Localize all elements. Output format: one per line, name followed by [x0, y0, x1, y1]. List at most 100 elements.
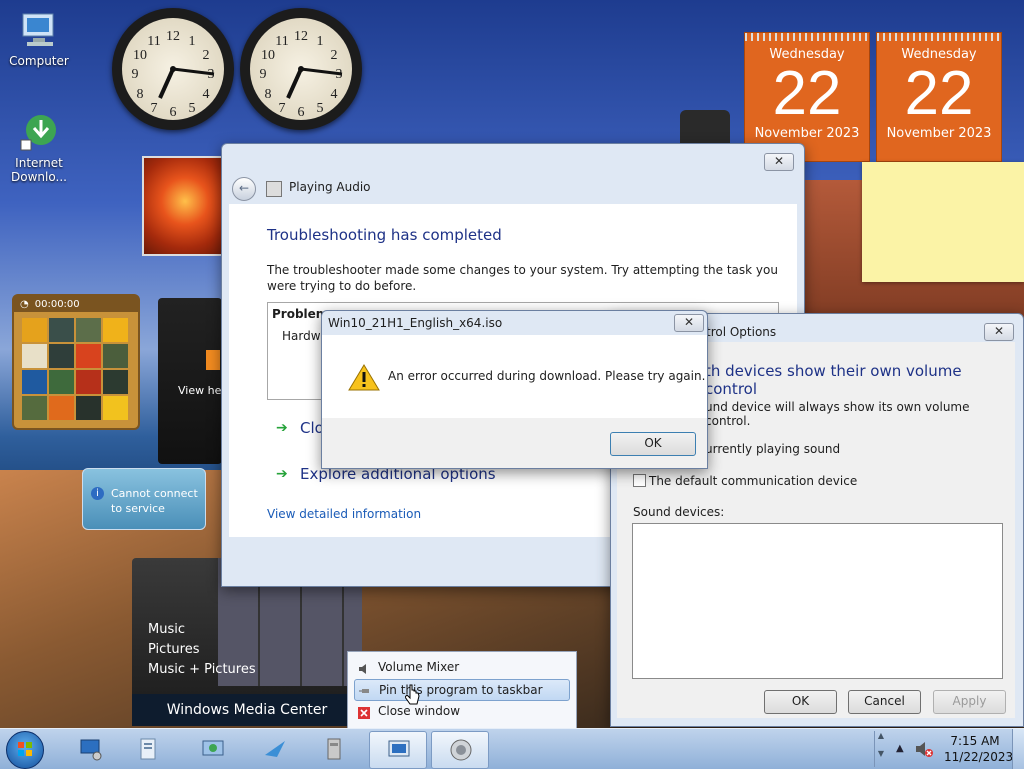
jump-list-label: Pin this program to taskbar — [379, 683, 543, 697]
description: The troubleshooter made some changes to … — [267, 263, 778, 293]
puzzle-tile[interactable] — [22, 370, 47, 394]
desktop-icon-label: Internet Downlo... — [11, 156, 67, 184]
back-arrow-icon[interactable]: ← — [232, 177, 256, 201]
window-title: Playing Audio — [289, 180, 371, 194]
puzzle-tile[interactable] — [49, 318, 74, 342]
archive-icon — [327, 738, 341, 760]
show-desktop-button[interactable] — [1012, 729, 1024, 769]
clock-number: 12 — [294, 29, 308, 44]
clock-number: 2 — [331, 48, 338, 63]
clock-dial: 12 1 2 3 4 5 6 7 8 9 10 11 — [132, 29, 215, 120]
calendar-day: 22 — [904, 59, 974, 128]
media-center-brand[interactable]: Windows Media Center — [132, 694, 362, 726]
taskbar-jump-list: Volume Mixer Pin this program to taskbar… — [347, 651, 577, 729]
close-button[interactable]: ✕ — [674, 314, 704, 332]
window-title: Win10_21H1_English_x64.iso — [328, 316, 503, 330]
puzzle-tile[interactable] — [49, 370, 74, 394]
puzzle-tile[interactable] — [76, 396, 101, 420]
taskbar-button-network[interactable] — [184, 731, 240, 767]
pin-icon — [359, 684, 371, 696]
puzzle-tile[interactable] — [49, 344, 74, 368]
clock-gadget[interactable]: 12 1 2 3 4 5 6 7 8 9 10 11 — [112, 8, 234, 130]
taskbar-button-archive[interactable] — [306, 731, 362, 767]
clock-number: 7 — [279, 101, 286, 116]
mouse-cursor-icon — [405, 684, 420, 705]
dialog-heading: th devices show their own volume control — [705, 362, 962, 398]
clock-number: 8 — [265, 87, 272, 102]
taskbar-scroll[interactable]: ▲ ▼ — [874, 731, 887, 767]
sound-devices-list[interactable] — [632, 523, 1003, 679]
computer-icon — [19, 10, 59, 50]
clock-number: 12 — [166, 29, 180, 44]
puzzle-tile[interactable] — [22, 344, 47, 368]
error-message: An error occurred during download. Pleas… — [388, 369, 706, 383]
taskbar-button-messenger[interactable] — [246, 731, 302, 767]
media-list: Music Pictures Music + Pictures — [148, 620, 256, 680]
puzzle-tile[interactable] — [76, 318, 101, 342]
checkbox-label[interactable]: The default communication device — [649, 474, 857, 488]
default-communication-checkbox[interactable] — [633, 474, 646, 487]
media-item-pictures[interactable]: Pictures — [148, 640, 256, 660]
close-button[interactable]: ✕ — [984, 323, 1014, 341]
dialog-footer: OK — [322, 418, 707, 468]
puzzle-tile[interactable] — [103, 396, 128, 420]
taskbar-button-speaker[interactable] — [431, 731, 489, 769]
feed-headlines-gadget[interactable]: View he — [158, 298, 222, 464]
taskbar-button-network-computer[interactable] — [62, 731, 118, 767]
show-hidden-icons-icon[interactable]: ▲ — [896, 743, 904, 754]
slideshow-gadget[interactable] — [142, 156, 228, 256]
view-detailed-information-link[interactable]: View detailed information — [267, 507, 421, 521]
page-heading: Troubleshooting has completed — [267, 226, 502, 244]
desktop-icon-computer[interactable]: Computer — [3, 10, 75, 68]
messenger-icon — [265, 741, 285, 757]
clock-number: 7 — [151, 101, 158, 116]
volume-mixer-item[interactable]: Volume Mixer — [354, 657, 568, 677]
green-arrow-icon: ➔ — [276, 420, 288, 436]
weather-gadget[interactable]: i Cannot connect to service — [82, 468, 206, 530]
puzzle-tile[interactable] — [103, 344, 128, 368]
tray-date: 11/22/2023 — [944, 750, 1014, 764]
clock-number: 11 — [275, 34, 288, 49]
warning-icon — [348, 364, 380, 391]
clock-number: 9 — [260, 67, 267, 82]
green-arrow-icon: ➔ — [276, 466, 288, 482]
desktop-icon-internet-download-manager[interactable]: Internet Downlo... — [3, 112, 75, 184]
close-window-item[interactable]: Close window — [354, 701, 568, 721]
calendar-gadget[interactable]: Wednesday 22 November 2023 — [876, 32, 1002, 162]
media-item-music[interactable]: Music — [148, 620, 256, 640]
ok-button[interactable]: OK — [610, 432, 696, 456]
puzzle-tile[interactable] — [49, 396, 74, 420]
cancel-button[interactable]: Cancel — [848, 690, 921, 714]
clock-number: 11 — [147, 34, 160, 49]
documents-icon — [140, 738, 156, 760]
clock-number: 4 — [203, 87, 210, 102]
clock-number: 10 — [133, 48, 147, 63]
taskbar-button-documents[interactable] — [120, 731, 176, 767]
puzzle-tile[interactable] — [76, 344, 101, 368]
puzzle-tile[interactable] — [103, 370, 128, 394]
puzzle-tile[interactable] — [76, 370, 101, 394]
clock-number: 9 — [132, 67, 139, 82]
network-computer-icon — [80, 739, 102, 761]
sticky-note-gadget[interactable] — [862, 162, 1024, 282]
ok-button[interactable]: OK — [764, 690, 837, 714]
taskbar-button-display[interactable] — [369, 731, 427, 769]
volume-muted-icon[interactable] — [914, 739, 934, 759]
pin-to-taskbar-item[interactable]: Pin this program to taskbar — [354, 679, 570, 701]
info-icon: i — [91, 487, 104, 500]
start-button[interactable] — [6, 731, 44, 769]
feed-link[interactable]: View he — [178, 384, 221, 397]
puzzle-tile[interactable] — [22, 318, 47, 342]
apply-button[interactable]: Apply — [933, 690, 1006, 714]
media-item-music-pictures[interactable]: Music + Pictures — [148, 660, 256, 680]
desktop-icon-label: Computer — [9, 54, 69, 68]
puzzle-tile[interactable] — [22, 396, 47, 420]
calendar-rings — [745, 33, 869, 41]
puzzle-tile[interactable] — [103, 318, 128, 342]
picture-puzzle-gadget[interactable]: ◔ 00:00:00 — [12, 294, 140, 430]
tray-clock[interactable]: 7:15 AM 11/22/2023 — [944, 733, 1014, 765]
close-window-icon — [358, 705, 370, 719]
close-button[interactable]: ✕ — [764, 153, 794, 171]
clock-gadget[interactable]: 12 1 2 3 4 5 6 7 8 9 10 11 — [240, 8, 362, 130]
internet-download-manager-icon — [19, 112, 59, 152]
